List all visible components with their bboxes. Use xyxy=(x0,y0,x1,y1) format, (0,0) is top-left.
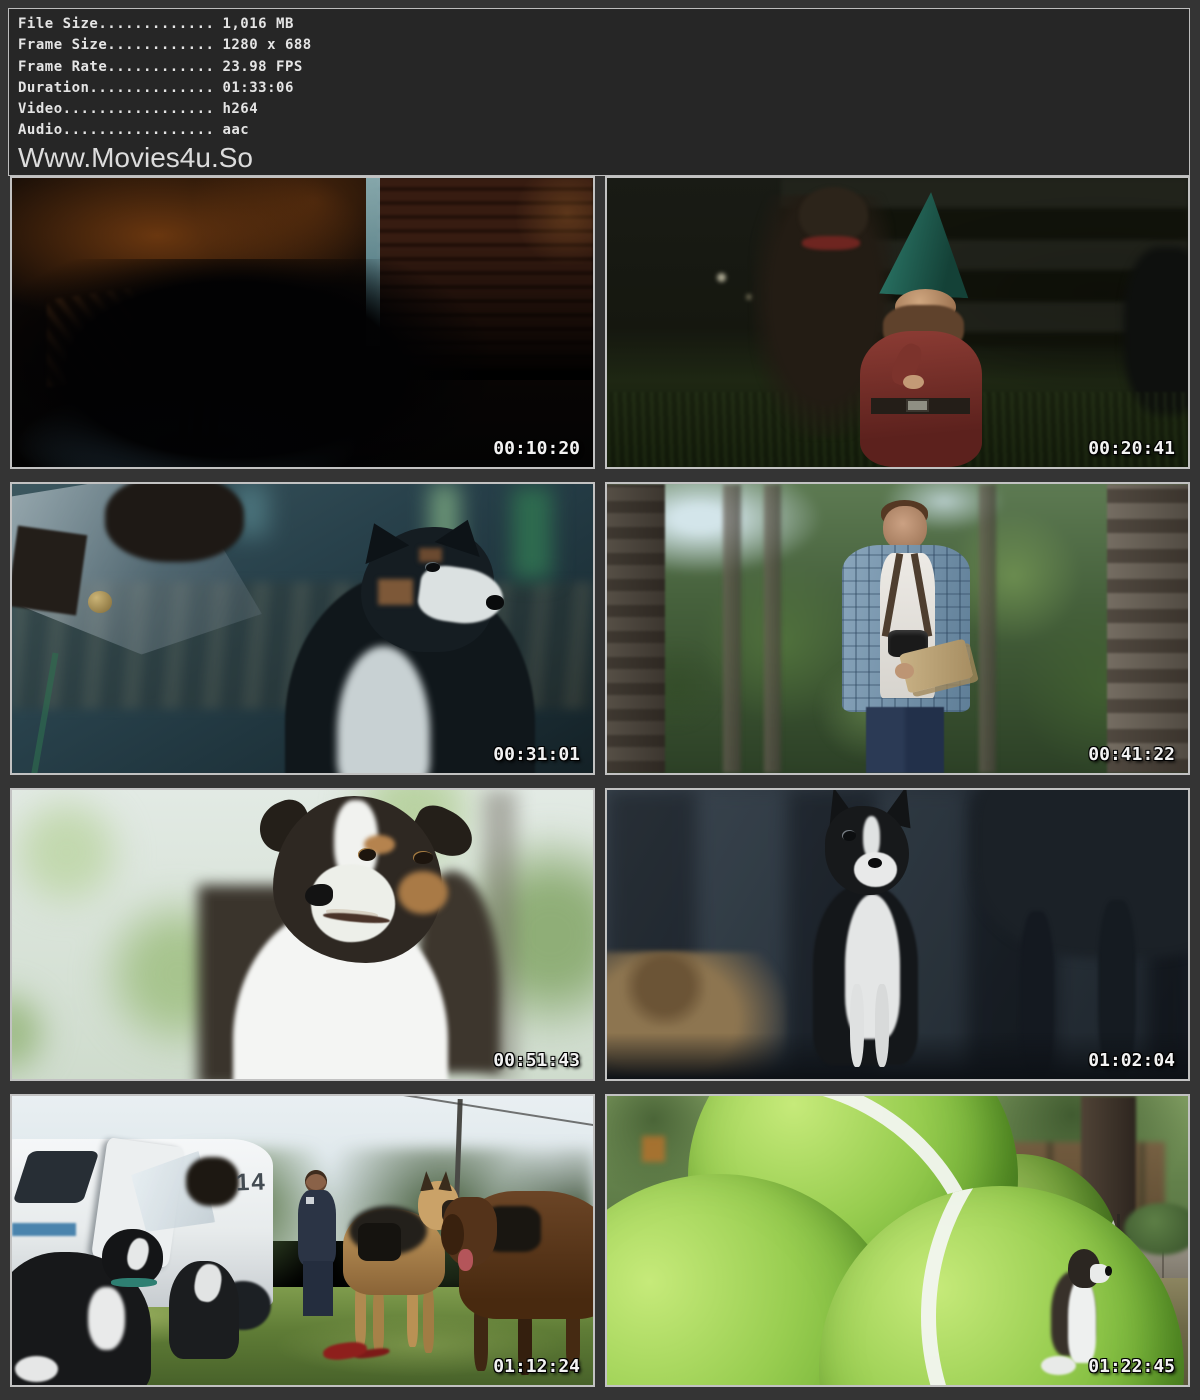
thin-tree-trunk xyxy=(979,484,996,773)
screenshot-grid: 00:10:20 00:20:41 xyxy=(10,176,1190,1387)
aussie-eye xyxy=(425,562,440,572)
timestamp: 00:10:20 xyxy=(493,439,580,459)
thumbnail-boston-terrier: 01:02:04 xyxy=(605,788,1190,1081)
timestamp: 01:12:24 xyxy=(493,1357,580,1377)
tan-dog-face xyxy=(624,952,705,1027)
dog-white-chest xyxy=(1068,1278,1096,1363)
collar-tag xyxy=(88,591,112,613)
thumbnail-aussie-barn: 00:31:01 xyxy=(10,482,595,775)
orange-window-light xyxy=(642,1136,665,1162)
info-label: Duration.............. xyxy=(18,80,214,96)
timestamp: 01:02:04 xyxy=(1088,1051,1175,1071)
van-blue-stripe xyxy=(12,1223,76,1236)
black-nose xyxy=(305,884,333,906)
info-row-video: Video.................h264 xyxy=(18,99,1179,120)
thumbnail-man-forest: 00:41:22 xyxy=(605,482,1190,775)
dark-dog-silhouette xyxy=(10,259,488,469)
timestamp: 00:41:22 xyxy=(1088,745,1175,765)
info-label: Frame Rate............ xyxy=(18,59,214,75)
info-value: aac xyxy=(214,122,249,138)
aussie-eye xyxy=(413,851,433,864)
info-value: 1,016 MB xyxy=(214,16,293,32)
thumbnail-aussie-closeup: 00:51:43 xyxy=(10,788,595,1081)
info-label: Video................. xyxy=(18,101,214,117)
timestamp: 01:22:45 xyxy=(1088,1357,1175,1377)
info-value: 01:33:06 xyxy=(214,80,293,96)
info-value: h264 xyxy=(214,101,258,117)
thin-tree-trunk xyxy=(764,484,781,773)
site-watermark: Www.Movies4u.So xyxy=(18,143,1179,173)
pine-trunk-right xyxy=(1107,484,1190,773)
aussie-dog-sitting xyxy=(1051,1249,1109,1370)
man-face xyxy=(883,506,927,551)
timestamp: 00:31:01 xyxy=(493,745,580,765)
info-row-file-size: File Size.............1,016 MB xyxy=(18,14,1179,35)
thumbnail-tennis-balls: 01:22:45 xyxy=(605,1094,1190,1387)
thin-tree-trunk xyxy=(723,484,740,773)
collie-white-chest xyxy=(88,1287,126,1351)
info-row-frame-rate: Frame Rate............23.98 FPS xyxy=(18,57,1179,78)
collar-strap xyxy=(10,526,87,616)
terrier-head xyxy=(799,187,869,242)
info-value: 1280 x 688 xyxy=(214,37,311,53)
tan-cheek xyxy=(398,871,447,914)
gnome-belt-buckle xyxy=(906,399,929,412)
info-label: Frame Size............ xyxy=(18,37,214,53)
cone-dog-head xyxy=(186,1157,238,1206)
bloodhound-ear xyxy=(441,1214,464,1254)
van-number: 14 xyxy=(235,1171,267,1196)
aussie-tan-patch xyxy=(419,548,442,562)
aussie-nose xyxy=(486,595,505,609)
info-row-duration: Duration..............01:33:06 xyxy=(18,78,1179,99)
terrier-front-leg xyxy=(875,984,889,1068)
dog-nose xyxy=(1105,1266,1112,1276)
media-info-panel: File Size.............1,016 MB Frame Siz… xyxy=(8,8,1190,176)
deer-statue-silhouette xyxy=(1124,247,1190,415)
pine-trunk-left xyxy=(605,484,665,773)
bloodhound-tongue xyxy=(458,1249,473,1271)
handler-legs xyxy=(303,1261,333,1316)
timestamp: 00:20:41 xyxy=(1088,439,1175,459)
thumbnail-k9-van: 14 01:12:24 xyxy=(10,1094,595,1387)
info-label: Audio................. xyxy=(18,122,214,138)
gnome-hand xyxy=(903,375,923,389)
thumbnail-dog-gnome: 00:20:41 xyxy=(605,176,1190,469)
aussie-tan-patch xyxy=(378,579,413,605)
jeans xyxy=(866,707,944,773)
info-value: 23.98 FPS xyxy=(214,59,302,75)
info-row-audio: Audio.................aac xyxy=(18,120,1179,141)
red-collar xyxy=(802,236,860,250)
timestamp: 00:51:43 xyxy=(493,1051,580,1071)
green-pillar-blur xyxy=(512,487,553,579)
collie-teal-collar xyxy=(111,1278,157,1287)
cone-dog-head xyxy=(105,482,244,562)
handler-uniform xyxy=(298,1190,336,1265)
terrier-front-leg xyxy=(850,984,864,1068)
info-label: File Size............. xyxy=(18,16,214,32)
handler-badge xyxy=(306,1197,314,1204)
info-row-frame-size: Frame Size............1280 x 688 xyxy=(18,35,1179,56)
thumbnail-dark-garage: 00:10:20 xyxy=(10,176,595,469)
k9-harness xyxy=(358,1223,402,1261)
